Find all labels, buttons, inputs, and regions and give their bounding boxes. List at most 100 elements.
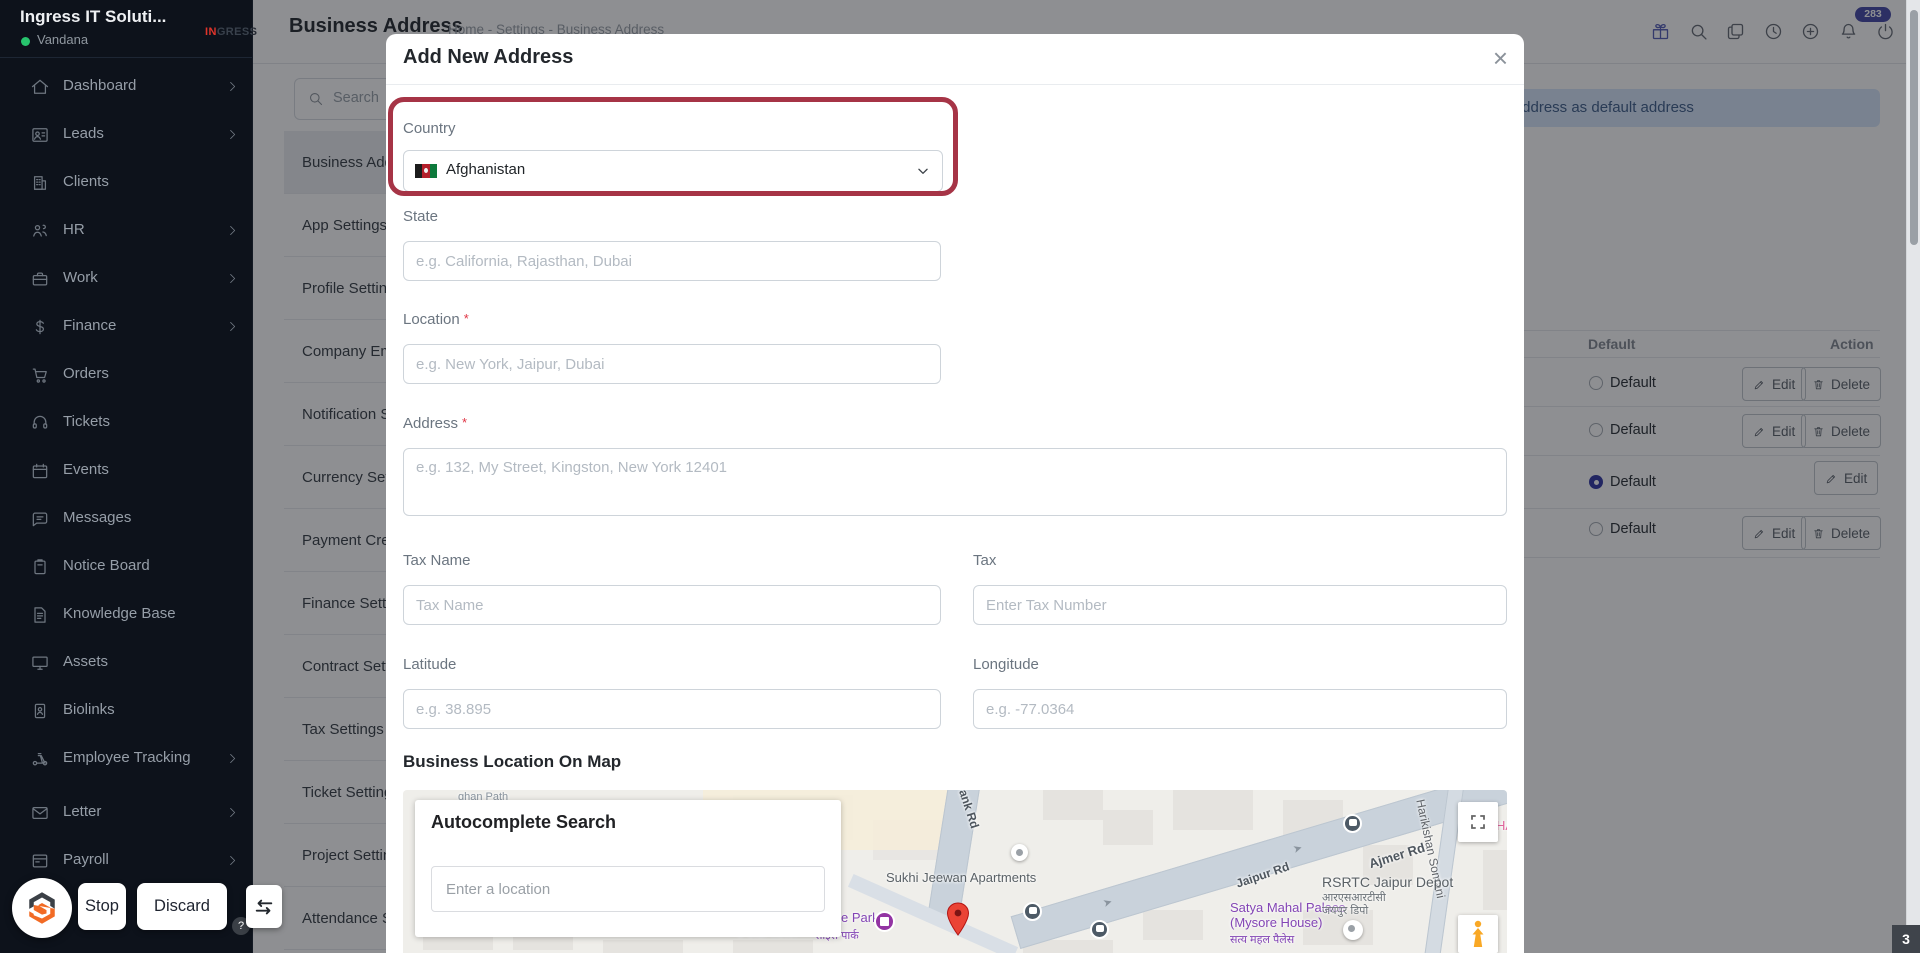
transit-station-icon bbox=[1343, 814, 1362, 833]
swap-arrows-icon bbox=[253, 896, 275, 918]
autocomplete-card: Autocomplete Search bbox=[415, 800, 841, 937]
sidebar-item-label: Orders bbox=[63, 365, 109, 382]
country-select[interactable]: Afghanistan bbox=[403, 150, 943, 192]
person-card-icon bbox=[30, 125, 50, 145]
sidebar-item-employee-tracking[interactable]: Employee Tracking bbox=[0, 735, 252, 783]
swap-arrows-button[interactable] bbox=[246, 885, 282, 928]
home-icon bbox=[30, 77, 50, 97]
sidebar-item-label: Payroll bbox=[63, 851, 109, 868]
location-input[interactable] bbox=[403, 344, 941, 384]
tax-name-input[interactable] bbox=[403, 585, 941, 625]
envelope-icon bbox=[30, 803, 50, 823]
brand-title: Ingress IT Soluti... bbox=[20, 7, 166, 27]
sidebar-item-label: Biolinks bbox=[63, 701, 115, 718]
location-label: Location* bbox=[403, 311, 469, 328]
sidebar-item-work[interactable]: Work bbox=[0, 255, 252, 303]
document-icon bbox=[30, 605, 50, 625]
sidebar-item-hr[interactable]: HR bbox=[0, 207, 252, 255]
chevron-right-icon bbox=[226, 224, 239, 237]
map-label-rsrtc-hindi-2: जयपुर डिपो bbox=[1322, 903, 1368, 918]
id-card-icon bbox=[30, 701, 50, 721]
stop-button[interactable]: Stop bbox=[78, 883, 126, 930]
sidebar-item-label: Dashboard bbox=[63, 77, 136, 94]
sidebar-item-leads[interactable]: Leads bbox=[0, 111, 252, 159]
close-icon[interactable]: × bbox=[1493, 40, 1508, 76]
map-label-satya-2: (Mysore House) bbox=[1230, 915, 1322, 930]
headset-icon bbox=[30, 413, 50, 433]
automation-logo-button[interactable] bbox=[12, 878, 72, 938]
sidebar-item-tickets[interactable]: Tickets bbox=[0, 399, 252, 447]
sidebar-item-label: Letter bbox=[63, 803, 101, 820]
map-pin-icon bbox=[946, 902, 970, 941]
map-label-satya-hindi: सत्य महल पैलेस bbox=[1230, 932, 1294, 947]
map-fullscreen-button[interactable] bbox=[1458, 802, 1498, 842]
chevron-right-icon bbox=[226, 128, 239, 141]
online-status-dot bbox=[21, 37, 30, 46]
autocomplete-title: Autocomplete Search bbox=[431, 812, 616, 833]
sidebar-item-events[interactable]: Events bbox=[0, 447, 252, 495]
address-textarea[interactable] bbox=[403, 448, 1507, 516]
autocomplete-location-input[interactable] bbox=[431, 866, 825, 912]
sidebar-item-label: HR bbox=[63, 221, 85, 238]
sidebar: Ingress IT Soluti... INGRESS Vandana Das… bbox=[0, 0, 253, 953]
briefcase-icon bbox=[30, 269, 50, 289]
latitude-input[interactable] bbox=[403, 689, 941, 729]
state-label: State bbox=[403, 208, 438, 225]
country-value: Afghanistan bbox=[446, 161, 525, 178]
chevron-right-icon bbox=[226, 752, 239, 765]
monitor-icon bbox=[30, 653, 50, 673]
sidebar-item-letter[interactable]: Letter bbox=[0, 789, 252, 837]
sidebar-divider bbox=[0, 57, 252, 58]
chevron-down-icon bbox=[916, 164, 930, 178]
add-address-modal: Add New Address × Country Afghanistan St… bbox=[386, 34, 1524, 953]
map-pegman-button[interactable] bbox=[1458, 915, 1498, 953]
map-label-apartments: Sukhi Jeewan Apartments bbox=[886, 870, 1036, 885]
chevron-right-icon bbox=[226, 272, 239, 285]
science-park-poi-icon bbox=[874, 911, 895, 932]
address-label: Address* bbox=[403, 415, 467, 432]
map-section-heading: Business Location On Map bbox=[403, 752, 621, 772]
payroll-icon bbox=[30, 851, 50, 871]
tax-label: Tax bbox=[973, 552, 996, 569]
brand-logo: INGRESS bbox=[205, 26, 257, 38]
transit-station-icon bbox=[1090, 920, 1109, 939]
tax-number-input[interactable] bbox=[973, 585, 1507, 625]
longitude-input[interactable] bbox=[973, 689, 1507, 729]
sidebar-item-assets[interactable]: Assets bbox=[0, 639, 252, 687]
sidebar-item-notice-board[interactable]: Notice Board bbox=[0, 543, 252, 591]
required-asterisk: * bbox=[464, 311, 469, 326]
dollar-icon bbox=[30, 317, 50, 337]
sidebar-item-clients[interactable]: Clients bbox=[0, 159, 252, 207]
sidebar-item-label: Leads bbox=[63, 125, 104, 142]
modal-title: Add New Address bbox=[403, 46, 573, 69]
sidebar-item-label: Clients bbox=[63, 173, 109, 190]
sidebar-item-biolinks[interactable]: Biolinks bbox=[0, 687, 252, 735]
business-location-map[interactable]: Jaipur Rd Ajmer Rd ank Rd Harikishan Som… bbox=[403, 790, 1507, 953]
sidebar-item-finance[interactable]: Finance bbox=[0, 303, 252, 351]
tax-name-label: Tax Name bbox=[403, 552, 471, 569]
tracking-icon bbox=[30, 749, 50, 769]
country-label: Country bbox=[403, 120, 456, 137]
sidebar-item-label: Notice Board bbox=[63, 557, 150, 574]
chevron-right-icon bbox=[226, 854, 239, 867]
discard-button[interactable]: Discard bbox=[137, 883, 227, 930]
chevron-right-icon bbox=[226, 806, 239, 819]
sidebar-item-label: Knowledge Base bbox=[63, 605, 176, 622]
poi-dot-icon bbox=[1011, 844, 1028, 861]
sidebar-item-orders[interactable]: Orders bbox=[0, 351, 252, 399]
afghanistan-flag-icon bbox=[415, 164, 437, 178]
sidebar-item-label: Finance bbox=[63, 317, 116, 334]
cart-icon bbox=[30, 365, 50, 385]
sidebar-item-messages[interactable]: Messages bbox=[0, 495, 252, 543]
chat-icon bbox=[30, 509, 50, 529]
page-scrollbar[interactable] bbox=[1906, 0, 1920, 953]
sidebar-item-label: Messages bbox=[63, 509, 131, 526]
hexagon-logo-icon bbox=[24, 890, 60, 926]
chevron-right-icon bbox=[226, 320, 239, 333]
sidebar-item-dashboard[interactable]: Dashboard bbox=[0, 63, 252, 111]
state-input[interactable] bbox=[403, 241, 941, 281]
calendar-icon bbox=[30, 461, 50, 481]
scrollbar-thumb[interactable] bbox=[1910, 10, 1918, 245]
sidebar-item-knowledge-base[interactable]: Knowledge Base bbox=[0, 591, 252, 639]
sidebar-item-label: Events bbox=[63, 461, 109, 478]
